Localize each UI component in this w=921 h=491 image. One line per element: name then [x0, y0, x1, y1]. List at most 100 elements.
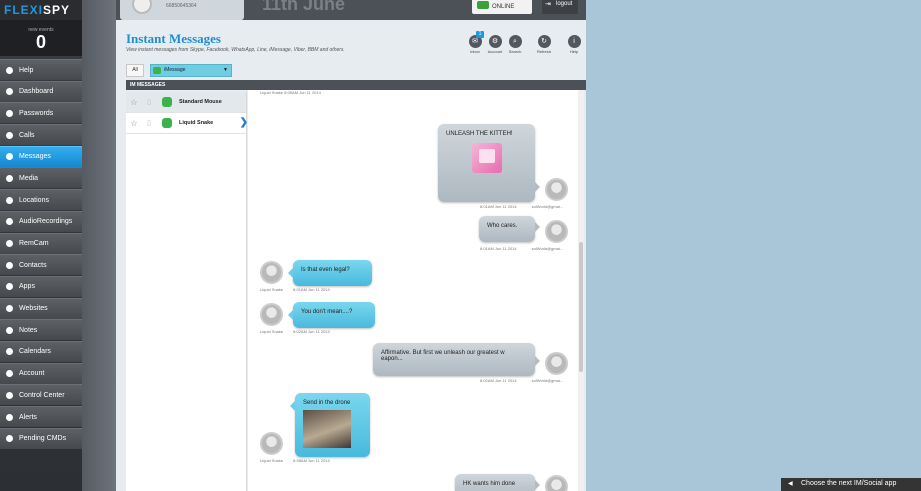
- message-sender: solWorld@gmai...: [531, 204, 564, 209]
- message-sender: Liquid Snake: [260, 287, 284, 292]
- sidebar-item-control-center[interactable]: Control Center: [0, 384, 82, 406]
- message-bubble: Affirmative. But first we unleash our gr…: [373, 343, 540, 376]
- sidebar-item-contacts[interactable]: Contacts: [0, 254, 82, 276]
- sidebar-item-label: Help: [19, 66, 34, 74]
- drone-image[interactable]: [303, 410, 351, 448]
- toolbar-label: Help: [569, 49, 579, 54]
- app-logo[interactable]: FLEXISPY: [0, 0, 82, 20]
- sidebar-item-help[interactable]: Help: [0, 59, 82, 80]
- sidebar-item-locations[interactable]: Locations: [0, 189, 82, 211]
- toolbar-search-button[interactable]: ⌕ Search: [505, 35, 525, 54]
- device-panel[interactable]: 66850645364: [120, 0, 244, 20]
- logout-label: logout: [556, 1, 573, 7]
- message-meta: 8:01AM Jun 11 2014 solWorld@gmai...: [480, 204, 563, 209]
- message-text: Send in the drone: [303, 400, 351, 406]
- sidebar-item-label: Apps: [19, 283, 35, 291]
- inbox-count-badge: 1: [476, 31, 484, 38]
- sidebar-item-dashboard[interactable]: Dashboard: [0, 80, 82, 102]
- sidebar-item-websites[interactable]: Websites: [0, 297, 82, 319]
- message-text: Is that even legal?: [301, 267, 350, 273]
- message-time: 8:01AM Jun 11 2014: [480, 204, 517, 209]
- toolbar-account-button[interactable]: ⚙ Account: [485, 35, 505, 54]
- sidebar-item-apps[interactable]: Apps: [0, 275, 82, 297]
- scrollbar-thumb[interactable]: [579, 242, 583, 372]
- sidebar-item-messages[interactable]: Messages: [0, 145, 82, 167]
- chevron-right-icon: ❯: [239, 117, 248, 128]
- message-text: Affirmative. But first we unleash our gr…: [381, 350, 505, 362]
- toolbar-label: Search: [508, 49, 522, 54]
- thread-scrollbar[interactable]: [578, 90, 584, 491]
- phone-icon: [6, 131, 13, 139]
- sidebar-item-label: Contacts: [19, 261, 47, 269]
- main-panel: Instant Messages View instant messages f…: [116, 20, 586, 491]
- contact-avatar: [260, 432, 283, 455]
- message-bubble: HK wants him done: [455, 474, 540, 491]
- sidebar-item-passwords[interactable]: Passwords: [0, 102, 82, 124]
- unikitty-image[interactable]: [471, 143, 502, 173]
- star-icon[interactable]: ☆: [126, 119, 142, 128]
- media-icon: [6, 174, 13, 182]
- microphone-icon: [6, 218, 13, 226]
- document-icon: ▯: [147, 99, 151, 106]
- sidebar-item-remcam[interactable]: RemCam: [0, 232, 82, 254]
- dashboard-icon: [6, 88, 13, 96]
- user-icon: [6, 370, 13, 378]
- contacts-icon: [6, 261, 13, 269]
- sidebar: FLEXISPY new events 0 Help Dashboard Passw…: [0, 0, 82, 491]
- sidebar-item-label: Media: [19, 174, 39, 182]
- sidebar-item-label: AudioRecordings: [19, 218, 73, 226]
- message-bubble: Send in the drone: [290, 393, 370, 457]
- sidebar-item-calendars[interactable]: Calendars: [0, 340, 82, 362]
- refresh-icon: ↻: [537, 35, 551, 48]
- message-time: 8:02AM Jun 11 2014: [480, 378, 517, 383]
- gear-icon: ⚙: [488, 35, 502, 48]
- toolbar-inbox-button[interactable]: ✉ Inbox 1: [465, 31, 485, 54]
- message-meta: 8:02AM Jun 11 2014 solWorld@gmai...: [480, 378, 563, 383]
- user-avatar: [545, 352, 568, 375]
- star-icon[interactable]: ☆: [126, 98, 142, 107]
- message-meta: Liquid Snake 8:02AM Jun 11 2014: [260, 329, 330, 334]
- logout-button[interactable]: logout: [542, 0, 579, 14]
- choose-next-app-button[interactable]: Choose the next IM/Social app: [781, 478, 921, 491]
- toolbar-refresh-button[interactable]: ↻ Refresh: [534, 35, 554, 54]
- filter-all-button[interactable]: All: [126, 64, 144, 77]
- conversation-item[interactable]: ☆ ▯ Standard Mouse: [126, 92, 246, 113]
- message-sender: solWorld@gmai...: [531, 378, 564, 383]
- sidebar-divider: [82, 0, 116, 491]
- new-events-counter[interactable]: new events 0: [0, 20, 82, 56]
- conversation-name: Liquid Snake: [179, 120, 214, 126]
- key-icon: [6, 109, 13, 117]
- sidebar-item-pending-cmds[interactable]: Pending CMDs: [0, 427, 82, 449]
- toolbar-help-button[interactable]: i Help: [564, 35, 584, 54]
- message-time: 8:01AM Jun 11 2014: [480, 246, 517, 251]
- choose-next-app-label: Choose the next IM/Social app: [801, 480, 897, 487]
- apps-icon: [6, 283, 13, 291]
- current-date: 11th June: [262, 0, 346, 14]
- location-icon: [6, 196, 13, 204]
- message-bubble: You don't mean....?: [288, 302, 375, 328]
- device-avatar: [132, 0, 152, 14]
- message-text: UNLEASH THE KITTEH!: [446, 131, 513, 137]
- contact-avatar: [260, 261, 283, 284]
- imessage-icon: [162, 97, 172, 107]
- main-nav: Help Dashboard Passwords Calls Messages Media…: [0, 59, 82, 449]
- globe-icon: [6, 305, 13, 313]
- calendar-icon: [6, 348, 13, 356]
- message-icon: [6, 153, 13, 161]
- sidebar-item-label: Websites: [19, 305, 48, 313]
- sidebar-item-label: Calendars: [19, 348, 51, 356]
- app-select-dropdown[interactable]: iMessage ▼: [150, 64, 232, 77]
- sidebar-item-notes[interactable]: Notes: [0, 319, 82, 341]
- sidebar-item-audiorecordings[interactable]: AudioRecordings: [0, 210, 82, 232]
- page-subtitle: View instant messages from Skype, Facebo…: [126, 47, 345, 53]
- sidebar-item-alerts[interactable]: Alerts: [0, 406, 82, 427]
- conversation-item[interactable]: ☆ ▯ Liquid Snake ❯: [126, 113, 248, 134]
- message-sender: Liquid Snake: [260, 458, 284, 463]
- sidebar-item-label: Account: [19, 370, 45, 378]
- gear-icon: [6, 391, 13, 399]
- top-message-meta: Liquid Snake 8:05AM Jun 11 2014: [260, 90, 321, 95]
- sidebar-item-calls[interactable]: Calls: [0, 124, 82, 146]
- logo-spy: SPY: [43, 3, 71, 17]
- sidebar-item-account[interactable]: Account: [0, 362, 82, 384]
- sidebar-item-media[interactable]: Media: [0, 167, 82, 189]
